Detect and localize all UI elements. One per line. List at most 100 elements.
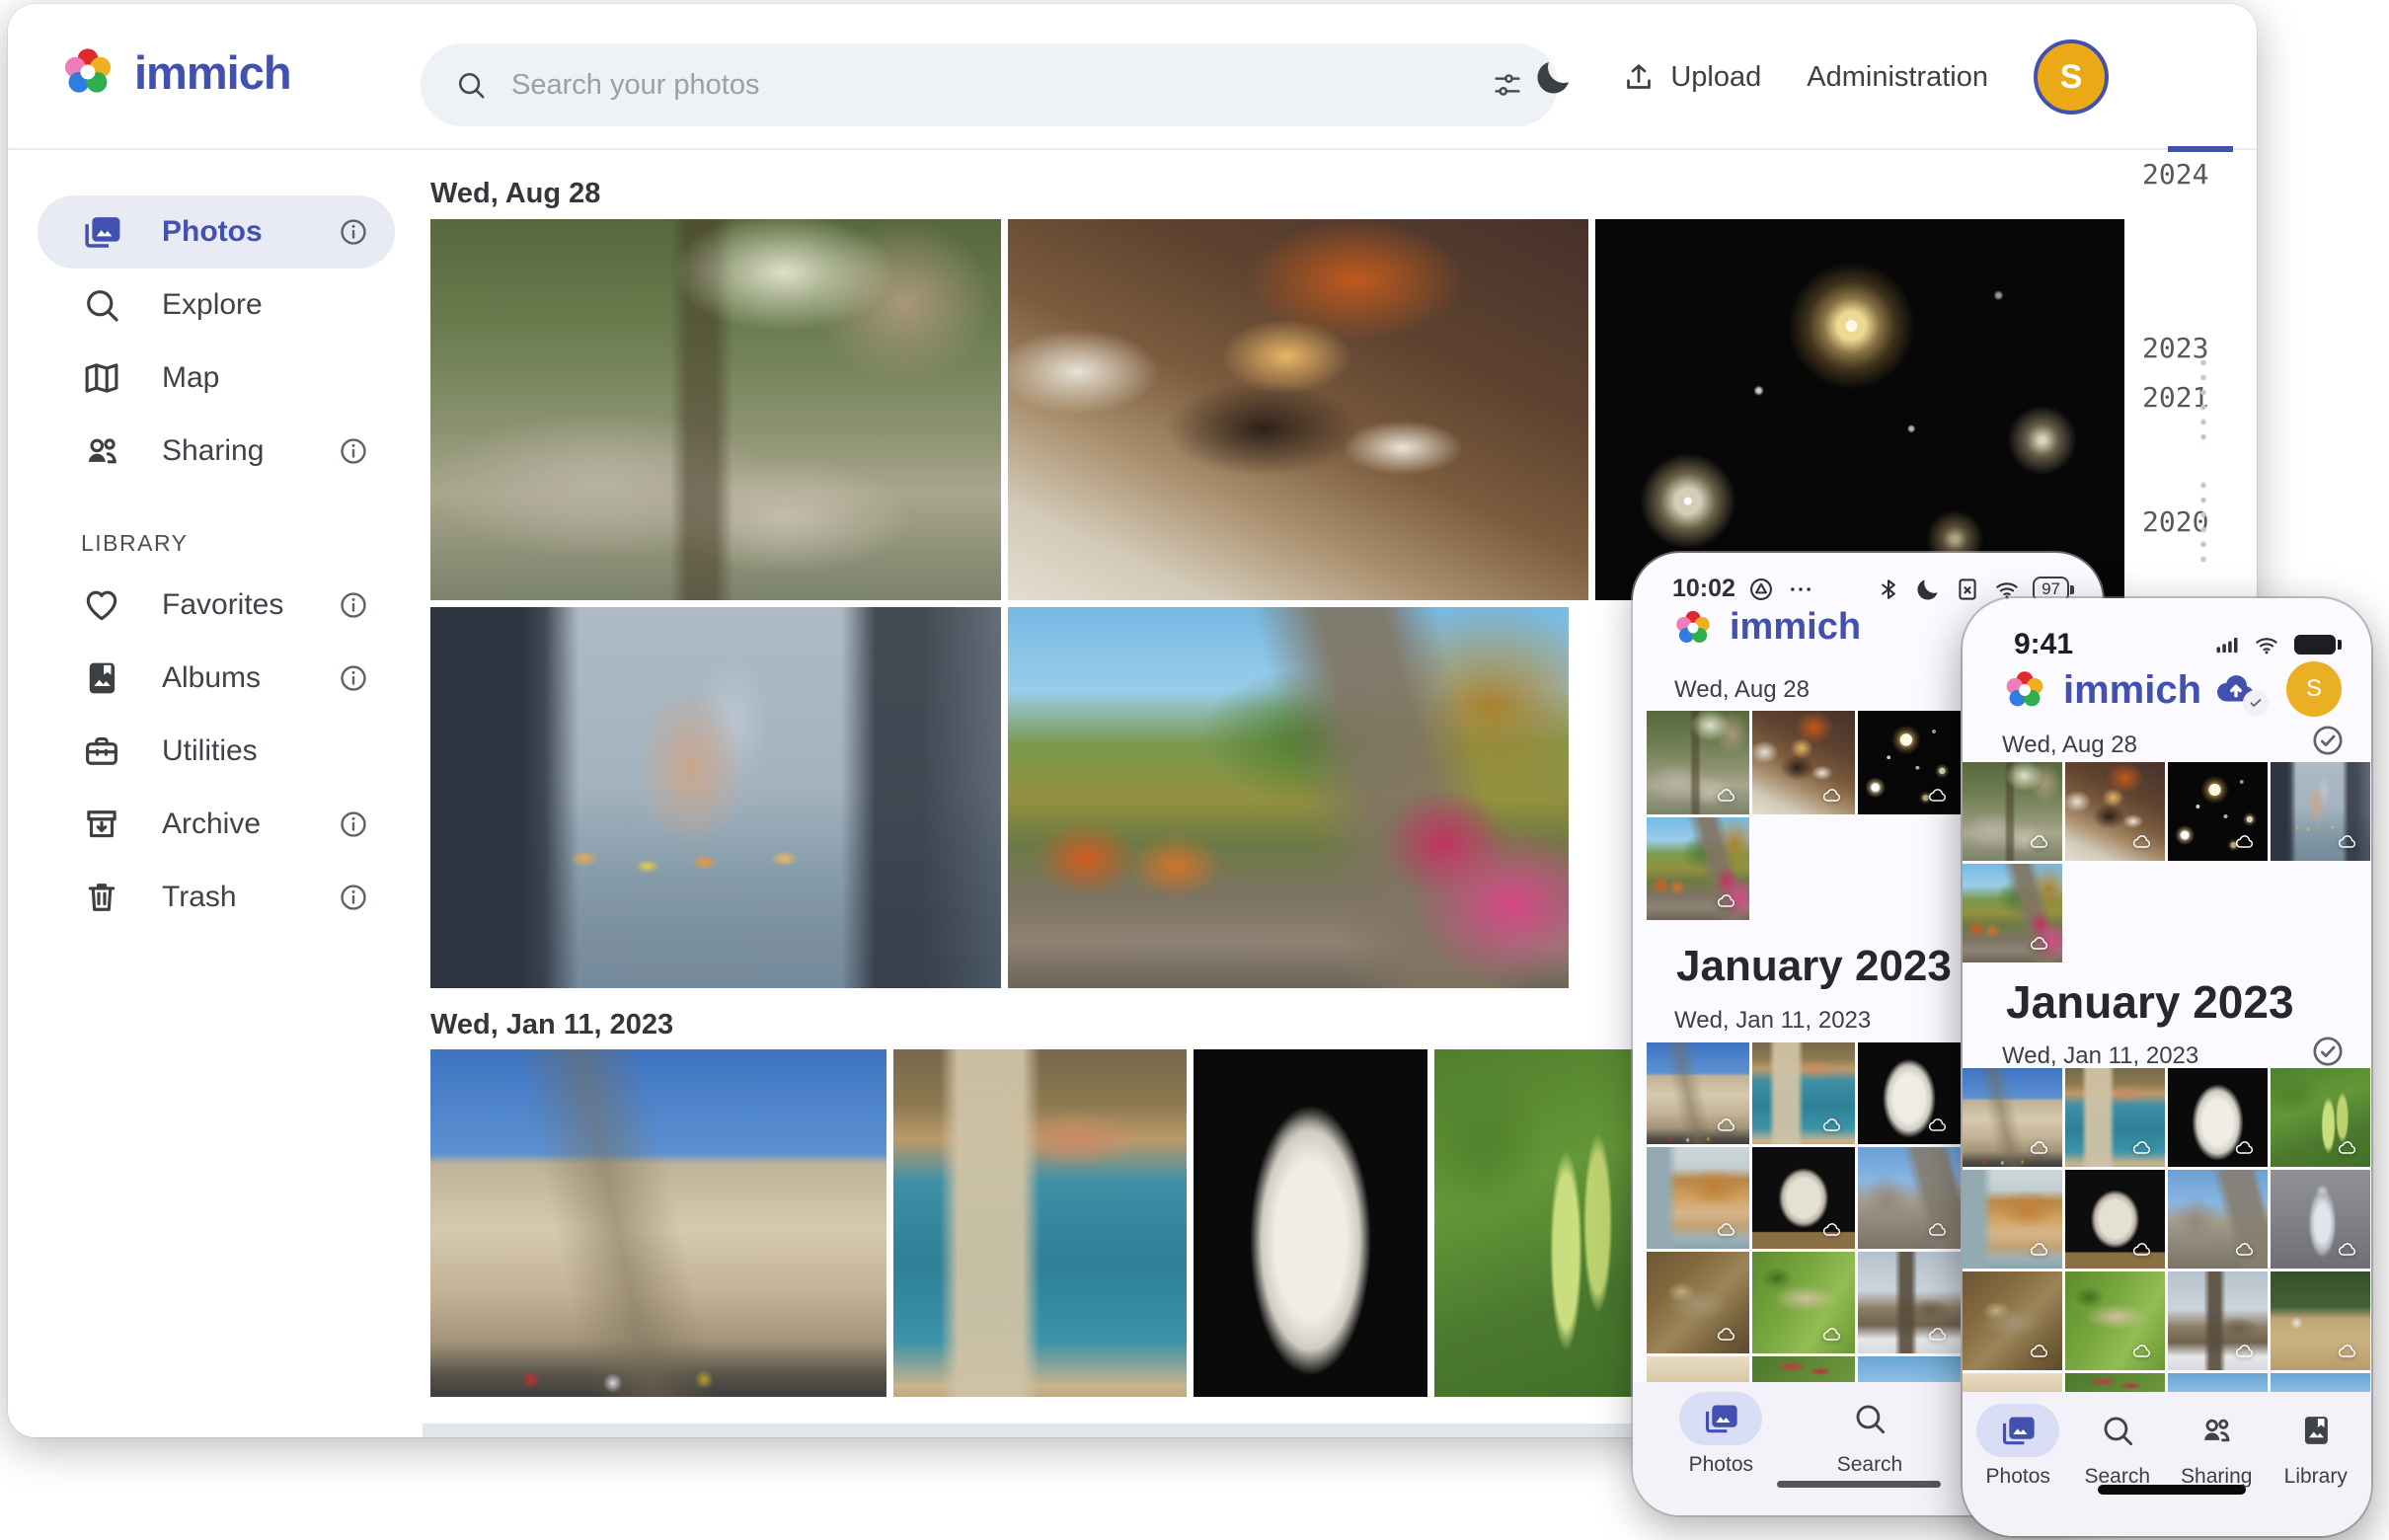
cloud-backup-icon xyxy=(2026,831,2053,853)
photo-lizard2[interactable] xyxy=(1752,1252,1855,1353)
photo-lizard1[interactable] xyxy=(1963,1271,2062,1370)
photo-coastal[interactable] xyxy=(2065,1068,2165,1167)
sidebar-item-trash[interactable]: Trash xyxy=(38,861,395,934)
photo-flowers[interactable] xyxy=(1752,1356,1855,1382)
select-all-check-icon[interactable] xyxy=(2310,723,2346,758)
photo-lizard2[interactable] xyxy=(2065,1271,2165,1370)
app-logo[interactable]: immich xyxy=(59,43,291,101)
photo-rock[interactable] xyxy=(2065,1170,2165,1269)
nav-item-sharing[interactable]: Sharing xyxy=(2167,1404,2266,1489)
sidebar-item-explore[interactable]: Explore xyxy=(38,269,395,342)
info-icon[interactable] xyxy=(338,589,369,621)
photo-sand[interactable] xyxy=(1647,1356,1749,1382)
cloud-backup-icon xyxy=(2231,1137,2259,1159)
photo-coastal[interactable] xyxy=(1752,1042,1855,1144)
sidebar-item-favorites[interactable]: Favorites xyxy=(38,569,395,642)
photo-fireworks[interactable] xyxy=(2168,762,2268,861)
photo-bust[interactable] xyxy=(1194,1049,1427,1397)
photo-rock[interactable] xyxy=(1752,1147,1855,1249)
info-icon[interactable] xyxy=(338,216,369,248)
photo-fortress[interactable] xyxy=(430,1049,886,1397)
nav-item-search[interactable]: Search xyxy=(1820,1392,1919,1477)
backup-check-bubble xyxy=(2243,690,2269,716)
info-icon[interactable] xyxy=(338,882,369,913)
photo-ruins[interactable] xyxy=(2168,1170,2268,1269)
user-avatar[interactable]: S xyxy=(2286,661,2342,717)
photo-row xyxy=(1647,1252,1961,1353)
sidebar-item-photos[interactable]: Photos xyxy=(38,195,395,269)
photo-row xyxy=(1963,864,2062,962)
photo-church[interactable] xyxy=(2168,1271,2268,1370)
upload-button[interactable]: Upload xyxy=(1621,59,1761,95)
sidebar-item-albums[interactable]: Albums xyxy=(38,642,395,715)
photo-cliff[interactable] xyxy=(1963,1170,2062,1269)
cloud-backup-icon xyxy=(1924,1219,1952,1241)
app-wordmark: immich xyxy=(1730,606,1861,649)
photo-dinner[interactable] xyxy=(1752,711,1855,814)
photo-church[interactable] xyxy=(1858,1252,1961,1353)
photo-sky[interactable] xyxy=(1858,1356,1961,1382)
photo-cliff[interactable] xyxy=(1647,1147,1749,1249)
sidebar-item-map[interactable]: Map xyxy=(38,342,395,415)
nav-item-library[interactable]: Library xyxy=(2267,1404,2365,1489)
search-filters-icon[interactable] xyxy=(1491,68,1524,102)
photo-dinner[interactable] xyxy=(2065,762,2165,861)
notification-icon xyxy=(1747,576,1775,603)
info-icon[interactable] xyxy=(338,808,369,840)
nav-item-photos[interactable]: Photos xyxy=(1968,1404,2067,1489)
info-icon[interactable] xyxy=(338,435,369,467)
photo-autumn[interactable] xyxy=(1008,607,1569,988)
cloud-backup-icon xyxy=(2128,1341,2156,1362)
cloud-backup-icon xyxy=(1713,785,1740,807)
sidebar-item-utilities[interactable]: Utilities xyxy=(38,715,395,788)
photo-hands[interactable] xyxy=(430,607,1001,988)
photo-bust[interactable] xyxy=(2168,1068,2268,1167)
date-group-header: Wed, Aug 28 xyxy=(430,178,600,210)
photo-autumn[interactable] xyxy=(1647,817,1749,920)
scrubber-year[interactable]: 2024 xyxy=(2142,158,2208,191)
photo-trophy[interactable] xyxy=(2271,1170,2370,1269)
sidebar-item-label: Map xyxy=(162,361,395,395)
photo-ruins[interactable] xyxy=(1858,1147,1961,1249)
nav-item-search[interactable]: Search xyxy=(2068,1404,2167,1489)
photos-icon xyxy=(1999,1412,2037,1449)
photo-monkeys[interactable] xyxy=(1963,762,2062,861)
top-bar: immich Upload Administration S xyxy=(8,4,2257,150)
cloud-backup-icon xyxy=(1818,1324,1846,1346)
photo-monkeys[interactable] xyxy=(430,219,1001,600)
administration-link[interactable]: Administration xyxy=(1807,61,1988,94)
select-all-check-icon[interactable] xyxy=(2310,1034,2346,1069)
top-actions: Upload Administration S xyxy=(1532,4,2109,150)
photo-fortress[interactable] xyxy=(1963,1068,2062,1167)
sidebar-item-sharing[interactable]: Sharing xyxy=(38,415,395,488)
info-icon[interactable] xyxy=(338,662,369,694)
nav-item-label: Photos xyxy=(1986,1465,2050,1489)
nav-item-photos[interactable]: Photos xyxy=(1671,1392,1770,1477)
photo-farm[interactable] xyxy=(2271,1271,2370,1370)
sidebar-item-archive[interactable]: Archive xyxy=(38,788,395,861)
photo-fireworks[interactable] xyxy=(1595,219,2140,600)
cloud-backup-icon xyxy=(1924,1115,1952,1136)
backup-cloud-button[interactable] xyxy=(2207,666,2265,712)
cloud-backup-icon xyxy=(2026,1341,2053,1362)
photo-lizard1[interactable] xyxy=(1647,1252,1749,1353)
photo-seagrape[interactable] xyxy=(1434,1049,1661,1397)
home-indicator[interactable] xyxy=(2098,1485,2246,1495)
photo-autumn[interactable] xyxy=(1963,864,2062,962)
photo-monkeys[interactable] xyxy=(1647,711,1749,814)
photo-hands[interactable] xyxy=(2271,762,2370,861)
dark-mode-toggle-moon-icon[interactable] xyxy=(1532,55,1576,99)
photo-fireworks[interactable] xyxy=(1858,711,1961,814)
user-avatar[interactable]: S xyxy=(2034,39,2109,115)
photo-coastal[interactable] xyxy=(893,1049,1187,1397)
month-header: January 2023 xyxy=(2006,975,2294,1029)
home-indicator[interactable] xyxy=(1777,1481,1941,1488)
cloud-backup-icon xyxy=(2334,1341,2361,1362)
photo-dinner[interactable] xyxy=(1008,219,1588,600)
photo-bust[interactable] xyxy=(1858,1042,1961,1144)
photo-seagrape[interactable] xyxy=(2271,1068,2370,1167)
search-input[interactable] xyxy=(488,69,1491,102)
nav-item-label: Search xyxy=(1837,1453,1903,1477)
photo-fortress[interactable] xyxy=(1647,1042,1749,1144)
cloud-backup-icon xyxy=(2026,933,2053,955)
